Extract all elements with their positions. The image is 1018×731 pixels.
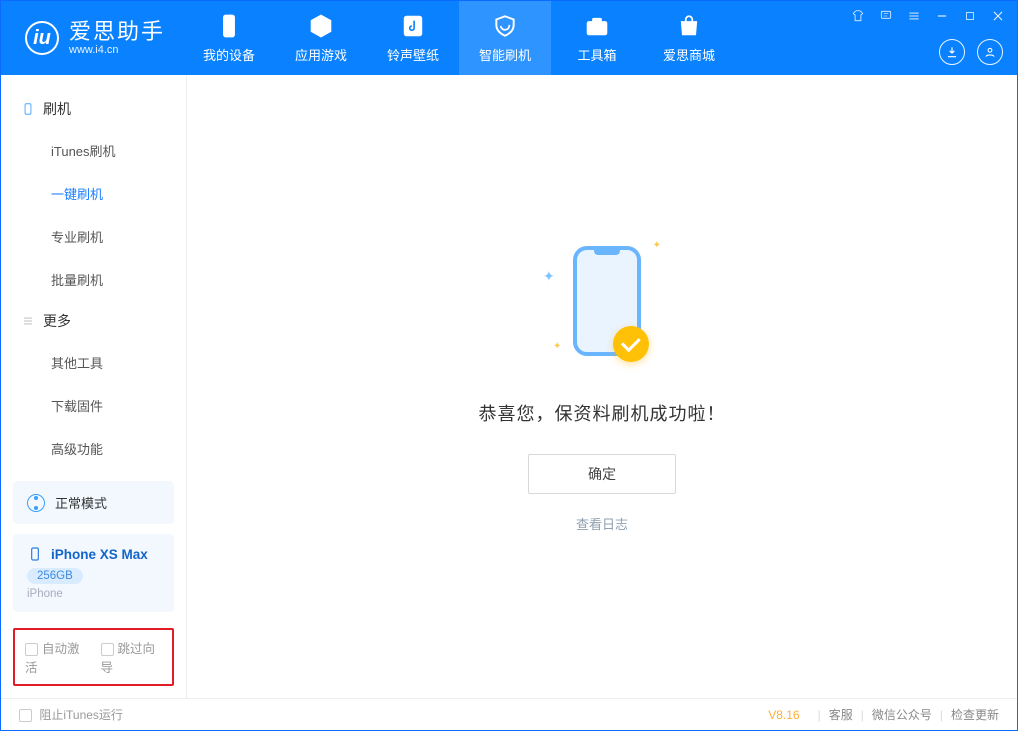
- tab-label: 铃声壁纸: [387, 45, 439, 64]
- checkbox-icon: [19, 709, 32, 722]
- tab-ring-wallpaper[interactable]: 铃声壁纸: [367, 1, 459, 75]
- success-message: 恭喜您，保资料刷机成功啦！: [479, 400, 726, 426]
- tshirt-icon[interactable]: [849, 7, 867, 25]
- options-highlight-box: 自动激活 跳过向导: [13, 628, 174, 686]
- checkbox-label: 阻止iTunes运行: [39, 708, 123, 722]
- checkbox-skip-guide[interactable]: 跳过向导: [101, 638, 163, 676]
- sidebar-item-advanced[interactable]: 高级功能: [1, 427, 186, 470]
- tab-label: 工具箱: [578, 45, 617, 64]
- tab-store[interactable]: 爱思商城: [643, 1, 735, 75]
- minimize-button[interactable]: [933, 7, 951, 25]
- device-name: iPhone XS Max: [51, 547, 148, 562]
- view-log-link[interactable]: 查看日志: [576, 514, 628, 533]
- tab-toolbox[interactable]: 工具箱: [551, 1, 643, 75]
- separator: |: [818, 708, 821, 722]
- sparkle-icon: ✦: [543, 268, 555, 285]
- sidebar-item-itunes-flash[interactable]: iTunes刷机: [1, 129, 186, 172]
- header-tabs: 我的设备 应用游戏 铃声壁纸 智能刷机 工具箱 爱思商城: [183, 1, 735, 75]
- footer-link-support[interactable]: 客服: [829, 706, 853, 723]
- footer-right: V8.16 | 客服 | 微信公众号 | 检查更新: [768, 706, 999, 723]
- feedback-icon[interactable]: [877, 7, 895, 25]
- tab-label: 应用游戏: [295, 45, 347, 64]
- user-icon[interactable]: [977, 39, 1003, 65]
- checkbox-icon: [101, 643, 114, 656]
- check-badge-icon: [613, 326, 649, 362]
- sidebar-item-onekey-flash[interactable]: 一键刷机: [1, 172, 186, 215]
- sidebar-scroll: 刷机 iTunes刷机 一键刷机 专业刷机 批量刷机 更多 其他工具 下载固件 …: [1, 75, 186, 471]
- cube-icon: [308, 13, 334, 39]
- sparkle-icon: ✦: [553, 341, 561, 352]
- sidebar-cat-label: 刷机: [43, 99, 71, 119]
- separator: |: [940, 708, 943, 722]
- brand-logo: iu 爱思助手 www.i4.cn: [1, 20, 183, 56]
- device-icon: [216, 13, 242, 39]
- brand-logo-icon: iu: [25, 21, 59, 55]
- checkbox-auto-activate[interactable]: 自动激活: [25, 638, 87, 676]
- footer-link-check-update[interactable]: 检查更新: [951, 706, 999, 723]
- sidebar-cat-label: 更多: [43, 311, 71, 331]
- sidebar-item-batch-flash[interactable]: 批量刷机: [1, 258, 186, 301]
- device-small-icon: [27, 546, 43, 562]
- tab-label: 爱思商城: [663, 45, 715, 64]
- footer-left: 阻止iTunes运行: [19, 706, 123, 723]
- tab-app-game[interactable]: 应用游戏: [275, 1, 367, 75]
- brand-title: 爱思助手: [69, 20, 165, 44]
- footer-bar: 阻止iTunes运行 V8.16 | 客服 | 微信公众号 | 检查更新: [1, 698, 1017, 730]
- tab-label: 智能刷机: [479, 45, 531, 64]
- app-window: iu 爱思助手 www.i4.cn 我的设备 应用游戏 铃声壁纸 智能刷机: [0, 0, 1018, 731]
- sidebar-item-other-tools[interactable]: 其他工具: [1, 341, 186, 384]
- checkbox-icon: [25, 643, 38, 656]
- version-label: V8.16: [768, 708, 799, 722]
- main-pane: ✦ ✦ ✦ 恭喜您，保资料刷机成功啦！ 确定 查看日志: [187, 75, 1017, 698]
- tab-my-device[interactable]: 我的设备: [183, 1, 275, 75]
- mode-label: 正常模式: [55, 493, 107, 512]
- toolbox-icon: [584, 13, 610, 39]
- music-icon: [400, 13, 426, 39]
- sidebar-cat-more: 更多: [1, 301, 186, 341]
- body: 刷机 iTunes刷机 一键刷机 专业刷机 批量刷机 更多 其他工具 下载固件 …: [1, 75, 1017, 698]
- mode-box[interactable]: 正常模式: [13, 481, 174, 524]
- bag-icon: [676, 13, 702, 39]
- header-bar: iu 爱思助手 www.i4.cn 我的设备 应用游戏 铃声壁纸 智能刷机: [1, 1, 1017, 75]
- device-capacity: 256GB: [27, 568, 83, 584]
- sidebar-item-download-fw[interactable]: 下载固件: [1, 384, 186, 427]
- maximize-button[interactable]: [961, 7, 979, 25]
- list-icon: [21, 314, 35, 328]
- phone-notch: [594, 250, 620, 255]
- window-controls: [849, 7, 1007, 25]
- download-icon[interactable]: [939, 39, 965, 65]
- separator: |: [861, 708, 864, 722]
- sparkle-icon: ✦: [653, 240, 661, 251]
- menu-icon[interactable]: [905, 7, 923, 25]
- ok-button[interactable]: 确定: [528, 454, 676, 494]
- header-right-icons: [939, 39, 1003, 65]
- phone-outline-icon: [21, 102, 35, 116]
- brand-text: 爱思助手 www.i4.cn: [69, 20, 165, 56]
- tab-label: 我的设备: [203, 45, 255, 64]
- mode-icon: [27, 494, 45, 512]
- close-button[interactable]: [989, 7, 1007, 25]
- sidebar: 刷机 iTunes刷机 一键刷机 专业刷机 批量刷机 更多 其他工具 下载固件 …: [1, 75, 187, 698]
- success-illustration: ✦ ✦ ✦: [547, 240, 657, 370]
- checkbox-block-itunes[interactable]: 阻止iTunes运行: [19, 706, 123, 723]
- footer-link-wechat[interactable]: 微信公众号: [872, 706, 932, 723]
- device-type: iPhone: [27, 588, 160, 600]
- refresh-shield-icon: [492, 13, 518, 39]
- device-box[interactable]: iPhone XS Max 256GB iPhone: [13, 534, 174, 612]
- brand-subtitle: www.i4.cn: [69, 44, 165, 56]
- sidebar-cat-flash: 刷机: [1, 89, 186, 129]
- tab-smart-flash[interactable]: 智能刷机: [459, 1, 551, 75]
- sidebar-item-pro-flash[interactable]: 专业刷机: [1, 215, 186, 258]
